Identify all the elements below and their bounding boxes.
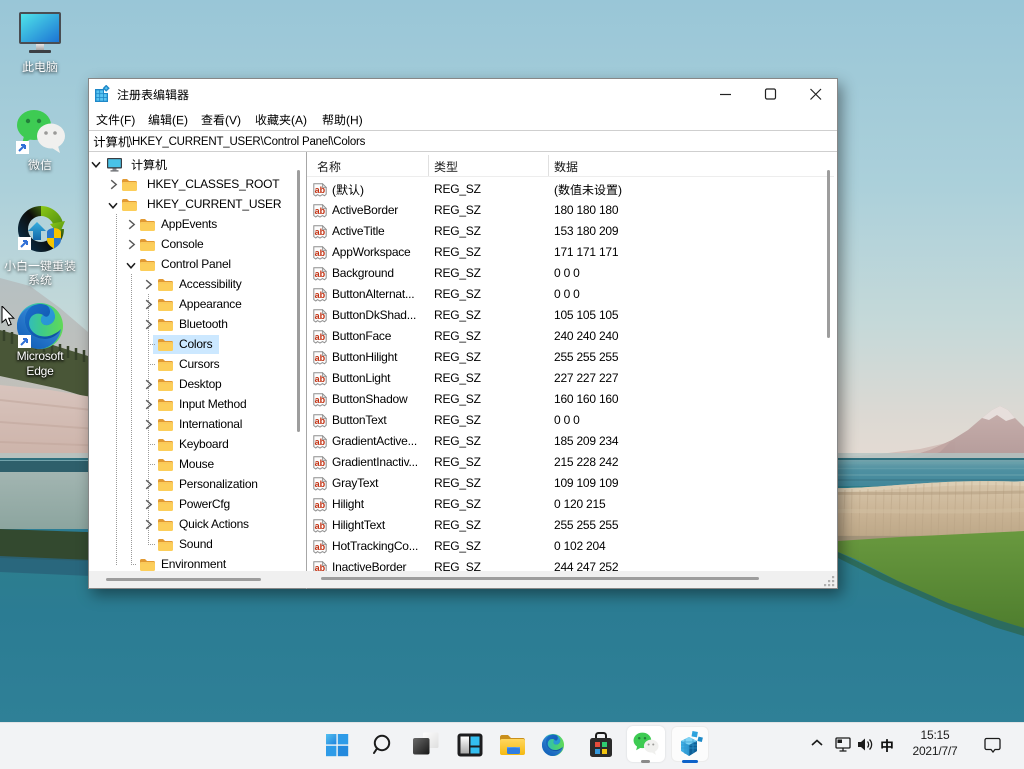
svg-text:ab: ab [315, 437, 326, 447]
svg-text:ab: ab [315, 542, 326, 552]
svg-text:ab: ab [315, 206, 326, 216]
svg-text:ab: ab [315, 290, 326, 300]
svg-text:ab: ab [315, 269, 326, 279]
svg-text:ab: ab [315, 458, 326, 468]
svg-text:ab: ab [315, 500, 326, 510]
svg-text:ab: ab [315, 521, 326, 531]
svg-text:ab: ab [315, 248, 326, 258]
svg-text:ab: ab [315, 353, 326, 363]
svg-text:ab: ab [315, 311, 326, 321]
svg-text:ab: ab [315, 416, 326, 426]
svg-text:ab: ab [315, 185, 326, 195]
svg-text:ab: ab [315, 374, 326, 384]
svg-text:ab: ab [315, 479, 326, 489]
svg-text:ab: ab [315, 332, 326, 342]
svg-text:ab: ab [315, 395, 326, 405]
svg-text:ab: ab [315, 227, 326, 237]
